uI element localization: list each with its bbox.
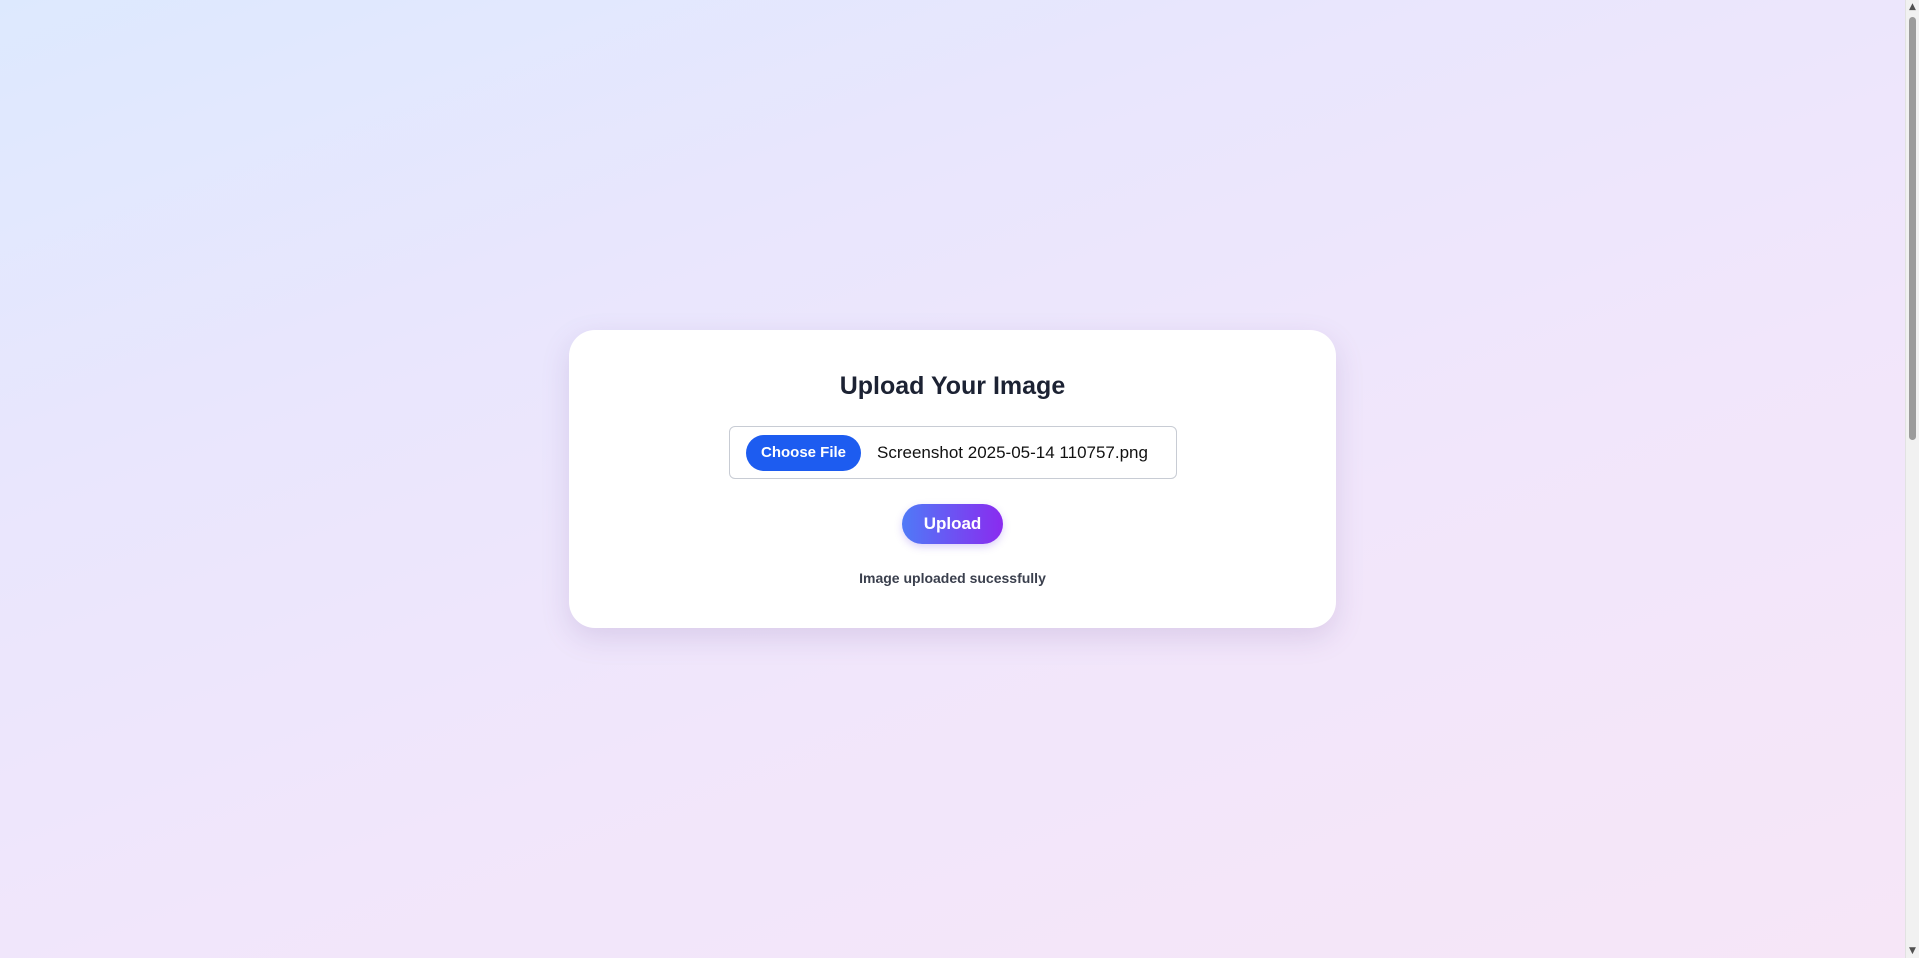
scroll-down-arrow-icon[interactable]: ▼ — [1906, 944, 1919, 958]
choose-file-button[interactable]: Choose File — [746, 434, 862, 471]
file-input[interactable]: Choose File Screenshot 2025-05-14 110757… — [729, 426, 1177, 479]
page-background: Upload Your Image Choose File Screenshot… — [0, 0, 1905, 958]
upload-card: Upload Your Image Choose File Screenshot… — [569, 330, 1336, 628]
upload-button[interactable]: Upload — [902, 504, 1003, 544]
status-message: Image uploaded sucessfully — [859, 570, 1046, 586]
vertical-scrollbar[interactable]: ▲ ▼ — [1905, 0, 1919, 958]
page-title: Upload Your Image — [839, 372, 1066, 400]
selected-file-name: Screenshot 2025-05-14 110757.png — [877, 442, 1148, 462]
scroll-up-arrow-icon[interactable]: ▲ — [1906, 0, 1919, 14]
scrollbar-thumb[interactable] — [1909, 17, 1916, 440]
